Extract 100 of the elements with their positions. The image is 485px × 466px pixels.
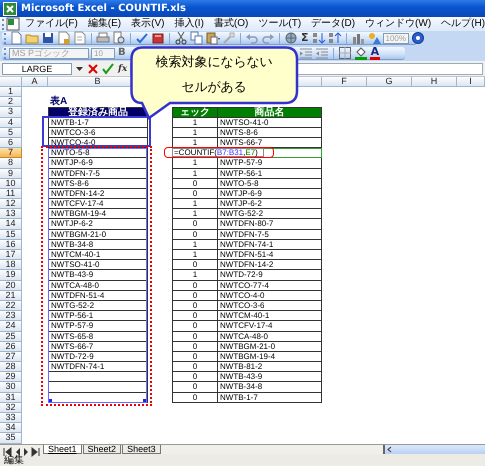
scissors-icon[interactable] [174, 31, 188, 45]
document-icon[interactable] [57, 31, 71, 45]
row-header[interactable]: 20 [0, 280, 22, 291]
table-cell: NWTDFN-51-4 [218, 250, 322, 260]
chart-icon[interactable] [350, 31, 365, 45]
indent-icon[interactable] [298, 46, 313, 60]
globe-icon[interactable] [284, 31, 298, 45]
row-header[interactable]: 27 [0, 352, 22, 362]
table-cell: NWTJP-6-2 [48, 219, 148, 230]
row-header[interactable]: 9 [0, 168, 22, 179]
row-header[interactable]: 3 [0, 107, 22, 118]
row-header[interactable]: 11 [0, 188, 22, 200]
column-header[interactable]: I [457, 77, 485, 87]
menu-item[interactable]: データ(D) [306, 18, 360, 30]
row-header[interactable]: 30 [0, 382, 22, 393]
row-header[interactable]: 13 [0, 209, 22, 220]
row-header[interactable]: 12 [0, 199, 22, 210]
column-header[interactable]: F [322, 77, 367, 87]
menu-item[interactable]: 書式(O) [208, 18, 254, 30]
document-icon[interactable] [73, 31, 87, 45]
sheet-tab[interactable]: Sheet3 [122, 445, 161, 454]
row-header[interactable]: 4 [0, 118, 22, 128]
undo-icon[interactable] [245, 31, 259, 45]
row-header[interactable]: 29 [0, 372, 22, 382]
row-header[interactable]: 8 [0, 158, 22, 168]
save-icon[interactable] [41, 31, 55, 45]
name-box[interactable]: LARGE [2, 62, 72, 74]
formula-cell[interactable]: =COUNTIF(B7:B31,E7) [172, 148, 264, 157]
row-header[interactable]: 17 [0, 250, 22, 260]
table-cell: NWTCA-48-0 [218, 332, 322, 342]
row-header[interactable]: 16 [0, 240, 22, 250]
book-icon[interactable] [151, 31, 165, 45]
sheet-tab[interactable]: Sheet2 [82, 445, 122, 454]
sheet-tab[interactable]: Sheet1 [43, 445, 82, 454]
menu-item[interactable]: 編集(E) [82, 18, 126, 30]
menu-item[interactable]: 表示(V) [126, 18, 170, 30]
row-header[interactable]: 32 [0, 402, 22, 413]
sum-button[interactable]: Σ [300, 32, 310, 44]
row-header[interactable]: 19 [0, 270, 22, 281]
row-header[interactable]: 23 [0, 311, 22, 322]
copy-icon[interactable] [190, 31, 204, 45]
row-header[interactable]: 24 [0, 321, 22, 332]
help-icon[interactable] [410, 31, 425, 45]
table-title: 表A [49, 97, 68, 108]
row-header[interactable]: 26 [0, 342, 22, 352]
row-header[interactable]: 15 [0, 230, 22, 240]
menu-item[interactable]: ツール(T) [253, 18, 306, 30]
cancel-icon[interactable] [86, 62, 100, 76]
row-header[interactable]: 31 [0, 392, 22, 403]
insert-function-button[interactable]: fx [116, 64, 130, 74]
row-header[interactable]: 7 [0, 148, 22, 158]
printer-icon[interactable] [96, 31, 110, 45]
row-header[interactable]: 22 [0, 300, 22, 312]
row-header[interactable]: 5 [0, 128, 22, 138]
row-header[interactable]: 6 [0, 138, 22, 148]
menu-item[interactable]: ファイル(F) [20, 18, 83, 30]
table-cell: NWTS-65-8 [48, 332, 148, 342]
table-cell: NWTB-34-8 [218, 382, 322, 393]
print-preview-icon[interactable] [112, 31, 126, 45]
menu-item[interactable]: ウィンドウ(W) [360, 18, 436, 30]
column-header[interactable]: H [412, 77, 457, 87]
enter-icon[interactable] [101, 62, 115, 76]
drawing-icon[interactable] [366, 31, 381, 45]
row-header[interactable]: 25 [0, 332, 22, 342]
table-cell: 0 [172, 362, 218, 372]
menu-item[interactable]: ヘルプ(H) [436, 18, 485, 30]
next-icon[interactable] [22, 445, 30, 459]
row-header[interactable]: 21 [0, 290, 22, 301]
table-cell: NWTCA-48-0 [48, 280, 148, 291]
table-cell: NWTDFN-51-4 [48, 290, 148, 301]
table-cell: NWTCO-3-6 [48, 128, 148, 138]
row-header[interactable]: 34 [0, 423, 22, 434]
menu-item[interactable]: 挿入(I) [169, 18, 209, 30]
table-cell: NWTJP-6-9 [218, 188, 322, 200]
fill-color-icon[interactable] [354, 46, 368, 60]
bold-button[interactable]: B [117, 47, 127, 59]
column-header[interactable]: G [367, 77, 412, 87]
row-header[interactable]: 35 [0, 433, 22, 444]
table-cell: NWTB-43-9 [48, 270, 148, 281]
redo-icon[interactable] [261, 31, 275, 45]
check-mark-icon[interactable] [135, 31, 149, 45]
row-header[interactable]: 1 [0, 87, 22, 98]
clipboard-icon[interactable] [206, 31, 220, 45]
sort-icon[interactable] [328, 31, 342, 45]
column-header: ェック [172, 107, 218, 118]
table-cell: 1 [172, 240, 218, 250]
indent-icon[interactable] [314, 46, 329, 60]
row-header[interactable]: 33 [0, 413, 22, 424]
borders-icon[interactable] [338, 46, 352, 60]
column-header[interactable]: A [22, 77, 48, 87]
last-icon[interactable] [31, 445, 41, 459]
row-header[interactable]: 18 [0, 260, 22, 270]
sort-icon[interactable] [312, 31, 326, 45]
row-header[interactable]: 14 [0, 219, 22, 230]
row-header[interactable]: 2 [0, 97, 22, 108]
row-header[interactable]: 10 [0, 178, 22, 189]
row-header[interactable]: 28 [0, 362, 22, 372]
scrollbar[interactable] [383, 445, 485, 454]
table-cell: NWTB-1-7 [218, 392, 322, 403]
spreadsheet-icon[interactable] [6, 17, 20, 31]
